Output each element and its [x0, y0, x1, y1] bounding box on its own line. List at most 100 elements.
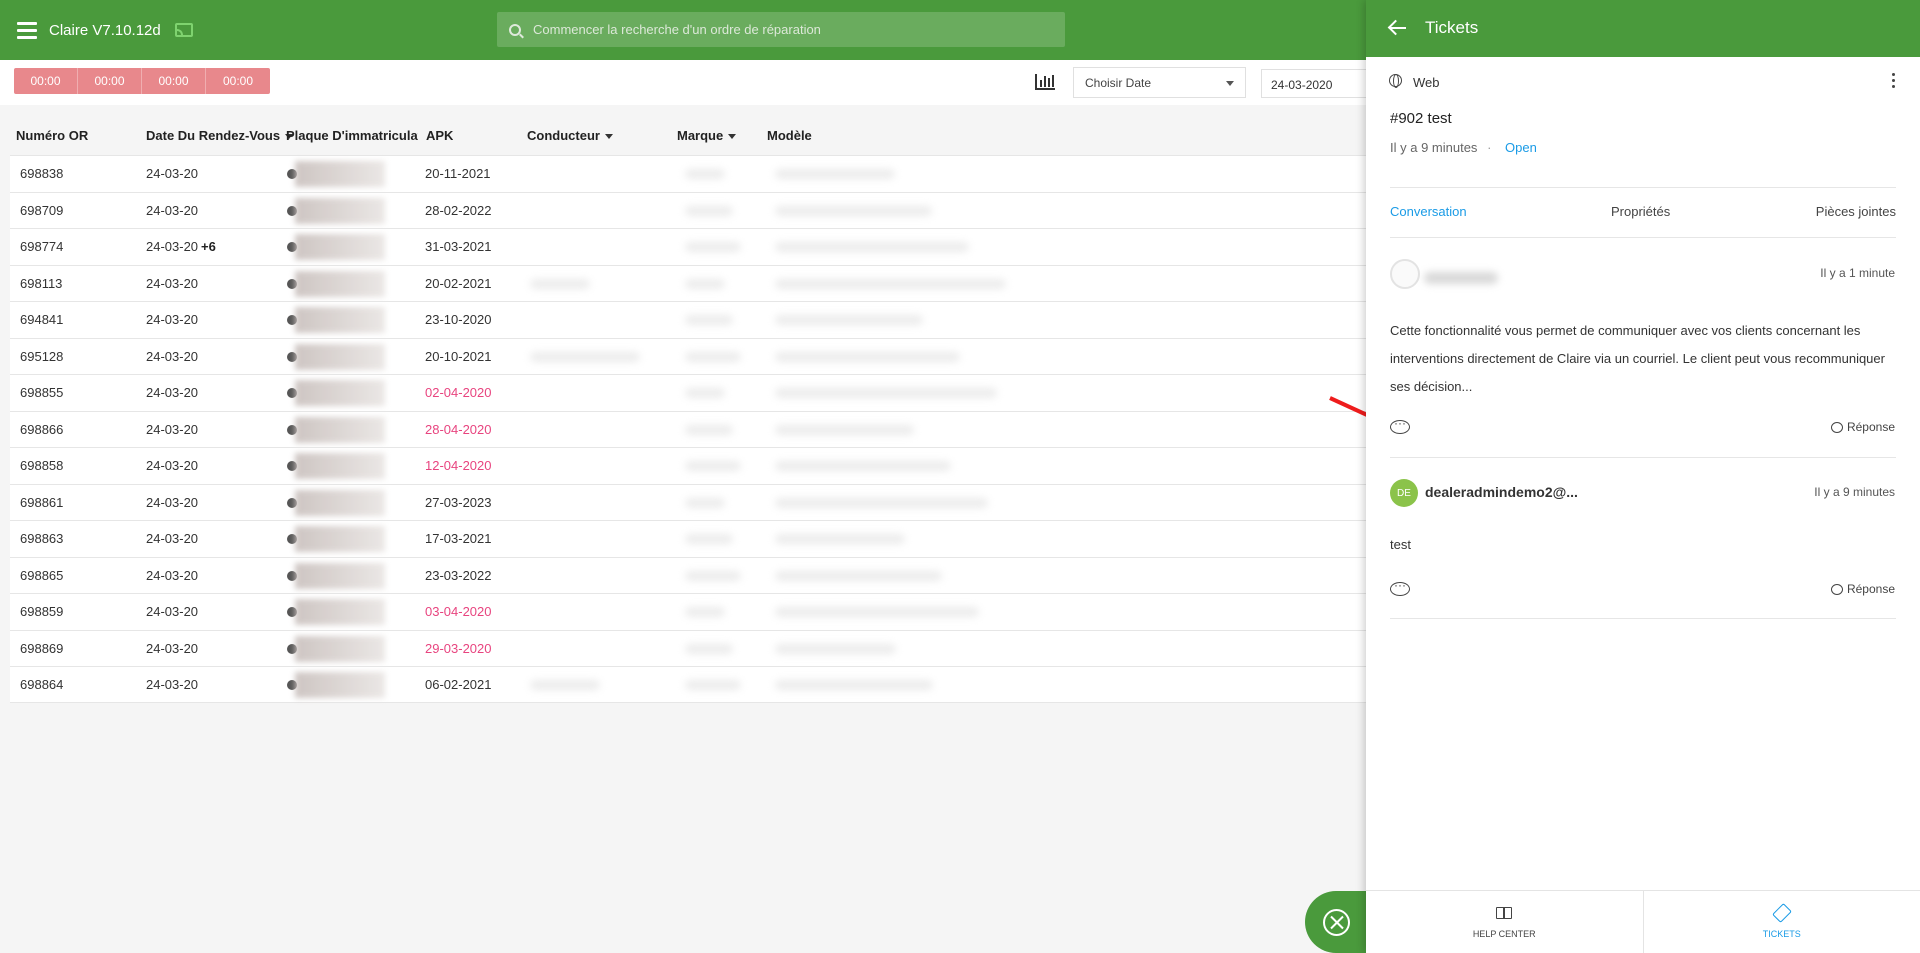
reply-label: Réponse	[1846, 582, 1895, 596]
brand-redacted	[685, 680, 741, 690]
or-number: 698709	[20, 202, 64, 218]
table-row[interactable]: 698855 24-03-20 02-04-2020	[10, 374, 1366, 411]
date-text: 24-03-20	[146, 421, 199, 437]
column-header-apk[interactable]: APK	[426, 128, 453, 143]
ticket-status: Open	[1505, 140, 1537, 155]
divider	[1390, 618, 1896, 619]
model-redacted	[775, 315, 923, 325]
plate-redacted	[295, 489, 385, 516]
appointment-date: 24-03-20	[146, 422, 198, 437]
or-number: 698864	[20, 677, 64, 692]
apk-date: 20-02-2021	[425, 275, 492, 291]
column-header-driver[interactable]: Conducteur	[527, 128, 613, 143]
date-text: 24-03-20	[146, 640, 199, 656]
model-redacted	[775, 424, 914, 435]
plate-redacted	[295, 234, 385, 260]
divider	[1390, 237, 1896, 238]
divider	[1390, 457, 1896, 458]
table-row[interactable]: 698865 24-03-20 23-03-2022	[10, 556, 1366, 593]
brand-redacted	[685, 461, 741, 471]
tab-properties[interactable]: Propriétés	[1611, 204, 1670, 219]
appointment-date: 24-03-20	[146, 385, 198, 400]
back-arrow-icon[interactable]	[1388, 20, 1406, 36]
table-row[interactable]: 698774 24-03-20 +6 31-03-2021	[10, 228, 1366, 265]
column-header-brand[interactable]: Marque	[677, 128, 737, 143]
app-title: Claire V7.10.12d	[49, 22, 161, 39]
timer[interactable]: 00:00	[206, 68, 270, 94]
or-number: 698866	[20, 421, 64, 437]
table-row[interactable]: 694841 24-03-20 23-10-2020	[10, 301, 1366, 338]
date-text: 24-03-20	[146, 202, 199, 218]
table-row[interactable]: 698858 24-03-20 12-04-2020	[10, 447, 1366, 484]
table-row[interactable]: 698113 24-03-20 20-02-2021	[10, 264, 1366, 301]
speech-bubble-icon	[1830, 583, 1843, 595]
or-number: 698861	[20, 494, 64, 510]
brand-redacted	[685, 607, 725, 617]
plate-redacted	[295, 562, 385, 589]
table-row[interactable]: 698838 24-03-20 20-11-2021	[10, 155, 1366, 192]
more-options-icon[interactable]	[1892, 73, 1896, 89]
appointment-date: 24-03-20	[146, 276, 198, 291]
ticket-icon	[1771, 903, 1792, 923]
bar-chart-icon[interactable]	[1035, 74, 1055, 90]
reply-button[interactable]: Réponse	[1830, 582, 1895, 596]
date-select[interactable]: Choisir Date	[1073, 67, 1246, 98]
tickets-label: TICKETS	[1762, 929, 1801, 939]
message-body: Cette fonctionnalité vous permet de comm…	[1390, 323, 1885, 394]
date-text: 24-03-20	[146, 604, 199, 619]
appointment-date: 24-03-20 +6	[146, 239, 216, 254]
brand-redacted	[685, 205, 733, 216]
reply-label: Réponse	[1846, 420, 1895, 434]
reply-button[interactable]: Réponse	[1830, 420, 1895, 434]
table-row[interactable]: 698869 24-03-20 29-03-2020	[10, 629, 1366, 666]
timer[interactable]: 00:00	[78, 68, 142, 94]
table-row[interactable]: 698866 24-03-20 28-04-2020	[10, 410, 1366, 447]
column-header-or[interactable]: Numéro OR	[16, 128, 88, 143]
or-number: 694841	[20, 312, 64, 327]
column-header-model[interactable]: Modèle	[767, 128, 812, 143]
message-more-icon[interactable]	[1390, 578, 1410, 596]
model-redacted	[775, 570, 942, 581]
brand-redacted	[685, 570, 741, 581]
model-redacted	[775, 497, 988, 508]
driver-redacted	[530, 680, 600, 690]
brand-redacted	[685, 424, 733, 435]
menu-icon[interactable]	[17, 22, 37, 39]
date-text: 24-03-20	[146, 385, 199, 400]
table-row[interactable]: 698859 24-03-20 03-04-2020	[10, 593, 1366, 630]
globe-icon	[1389, 74, 1402, 88]
date-field[interactable]: 24-03-2020	[1261, 69, 1371, 98]
message-more-icon[interactable]	[1390, 416, 1410, 434]
or-number: 698855	[20, 385, 64, 400]
plate-redacted	[295, 635, 385, 662]
help-center-label: HELP CENTER	[1472, 929, 1536, 939]
column-header-date[interactable]: Date Du Rendez-Vous	[146, 128, 294, 143]
cast-icon[interactable]	[175, 23, 193, 37]
tab-attachments[interactable]: Pièces jointes	[1816, 204, 1896, 219]
sort-caret-icon	[604, 134, 613, 140]
ticket-channel: Web	[1413, 75, 1440, 90]
tab-conversation[interactable]: Conversation	[1390, 204, 1467, 219]
model-redacted	[775, 643, 896, 654]
apk-date: 02-04-2020	[425, 385, 492, 400]
book-icon	[1496, 907, 1513, 919]
brand-redacted	[685, 242, 741, 252]
appointment-date: 24-03-20	[146, 568, 198, 583]
help-center-tab[interactable]: HELP CENTER	[1366, 891, 1644, 953]
appointment-date: 24-03-20	[146, 604, 198, 619]
close-widget-button[interactable]	[1305, 891, 1367, 953]
timer[interactable]: 00:00	[142, 68, 206, 94]
search-input[interactable]	[533, 22, 1033, 37]
tickets-panel: Tickets Web #902 test Il y a 9 minutes ·…	[1366, 0, 1920, 953]
table-row[interactable]: 698864 24-03-20 06-02-2021	[10, 666, 1366, 703]
table-row[interactable]: 698861 24-03-20 27-03-2023	[10, 483, 1366, 520]
model-redacted	[775, 278, 1006, 289]
search-bar[interactable]	[497, 12, 1065, 47]
column-header-plate[interactable]: Plaque D'immatriculatio	[286, 128, 418, 143]
table-row[interactable]: 698709 24-03-20 28-02-2022	[10, 191, 1366, 228]
timer[interactable]: 00:00	[14, 68, 78, 94]
table-row[interactable]: 695128 24-03-20 20-10-2021	[10, 337, 1366, 374]
table-row[interactable]: 698863 24-03-20 17-03-2021	[10, 520, 1366, 557]
driver-redacted	[530, 351, 640, 362]
tickets-tab[interactable]: TICKETS	[1644, 891, 1920, 953]
